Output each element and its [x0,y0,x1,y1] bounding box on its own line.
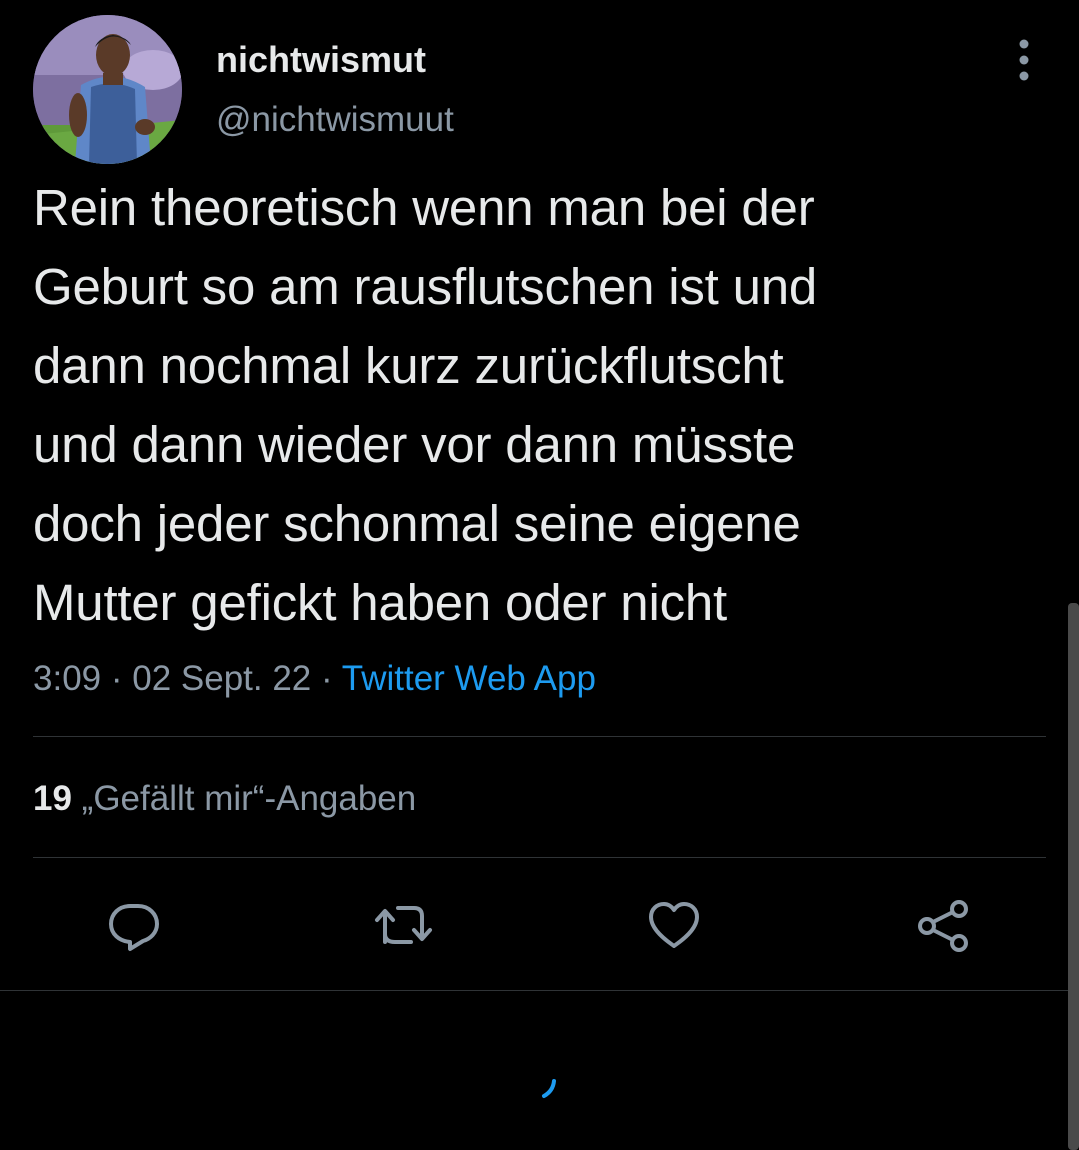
meta-separator: · [101,659,133,698]
divider [33,857,1046,858]
display-name[interactable]: nichtwismut [216,38,426,82]
likes-label: „Gefällt mir“-Angaben [81,779,417,818]
tweet-date[interactable]: 02 Sept. 22 [132,659,311,698]
tweet-text: Rein theoretisch wenn man bei der Geburt… [33,179,818,631]
tweet-detail: nichtwismut @nichtwismuut Rein theoretis… [0,0,1079,1150]
tweet-meta: 3:09 · 02 Sept. 22 · Twitter Web App [33,655,596,703]
loading-spinner [540,1075,560,1105]
avatar-image [33,15,182,164]
tweet-source-link[interactable]: Twitter Web App [342,659,596,698]
more-vertical-icon [1019,39,1029,81]
loading-spinner-icon [542,1079,556,1098]
retweet-icon [375,906,432,944]
tweet-time[interactable]: 3:09 [33,659,101,698]
user-handle[interactable]: @nichtwismuut [216,98,454,142]
likes-count: 19 [33,779,72,818]
divider [33,736,1046,737]
avatar[interactable] [33,15,182,164]
likes-stat[interactable]: 19 „Gefällt mir“-Angaben [33,776,416,822]
retweet-button[interactable] [374,898,432,954]
reply-icon [109,904,159,951]
share-icon [918,900,968,952]
scrollbar[interactable] [1068,603,1079,1150]
more-options-button[interactable] [1004,38,1044,82]
heart-icon [649,902,699,948]
share-button[interactable] [915,898,971,954]
section-divider [0,990,1079,991]
like-button[interactable] [646,898,702,954]
reply-button[interactable] [106,898,162,954]
meta-separator: · [311,659,342,698]
